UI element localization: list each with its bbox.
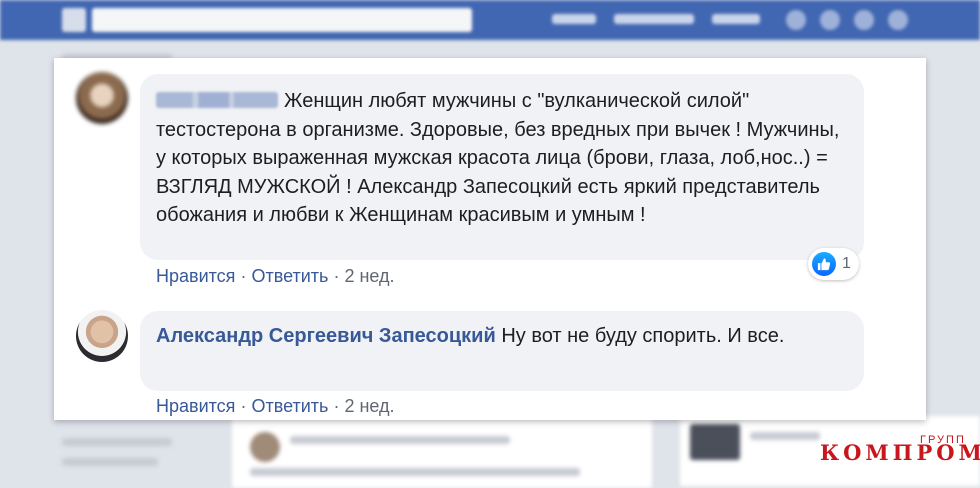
- help-icon: [888, 10, 908, 30]
- messages-icon: [820, 10, 840, 30]
- feed-post-blurred: [232, 418, 652, 488]
- reaction-count-badge[interactable]: 1: [808, 248, 859, 280]
- avatar: [250, 432, 280, 462]
- watermark-text: КОМПРОМАТ: [820, 440, 980, 465]
- avatar[interactable]: [76, 72, 128, 124]
- reply-link[interactable]: Ответить: [251, 266, 328, 286]
- comment-timestamp[interactable]: 2 нед.: [344, 266, 394, 286]
- separator: ·: [333, 266, 340, 286]
- nav-item-blurred: [614, 14, 694, 24]
- comment-timestamp[interactable]: 2 нед.: [344, 396, 394, 416]
- avatar[interactable]: [76, 310, 128, 362]
- separator: ·: [240, 266, 247, 286]
- friends-icon: [786, 10, 806, 30]
- notifications-icon: [854, 10, 874, 30]
- author-name-blurred[interactable]: [156, 92, 278, 108]
- comment-thread-card: Женщин любят мужчины с "вулканической си…: [54, 58, 926, 420]
- comment-text: Ну вот не буду спорить. И все.: [501, 325, 785, 347]
- separator: ·: [333, 396, 340, 416]
- like-link[interactable]: Нравится: [156, 396, 235, 416]
- comment-actions: Нравится · Ответить · 2 нед.: [156, 396, 395, 417]
- like-icon: [812, 252, 836, 276]
- author-name-link[interactable]: Александр Сергеевич Запесоцкий: [156, 325, 496, 347]
- facebook-logo-icon: [62, 8, 86, 32]
- nav-item-blurred: [712, 14, 760, 24]
- sidebar-item-blurred: [62, 458, 158, 466]
- post-header-blurred: [290, 436, 510, 444]
- sidebar-item-blurred: [62, 438, 172, 446]
- comment-bubble: Женщин любят мужчины с "вулканической си…: [140, 74, 864, 260]
- comment-bubble: Александр Сергеевич Запесоцкий Ну вот не…: [140, 311, 864, 391]
- like-link[interactable]: Нравится: [156, 266, 235, 286]
- right-panel-text-blurred: [750, 432, 820, 440]
- reaction-count: 1: [842, 255, 851, 272]
- thumbnail-blurred: [690, 424, 740, 460]
- comment-text: Женщин любят мужчины с "вулканической си…: [156, 90, 840, 226]
- separator: ·: [240, 396, 247, 416]
- post-text-blurred: [250, 468, 580, 476]
- nav-item-blurred: [552, 14, 596, 24]
- comment-actions: Нравится · Ответить · 2 нед.: [156, 266, 395, 287]
- search-bar-blurred: [92, 8, 472, 32]
- facebook-top-bar-blurred: [0, 0, 980, 40]
- reply-link[interactable]: Ответить: [251, 396, 328, 416]
